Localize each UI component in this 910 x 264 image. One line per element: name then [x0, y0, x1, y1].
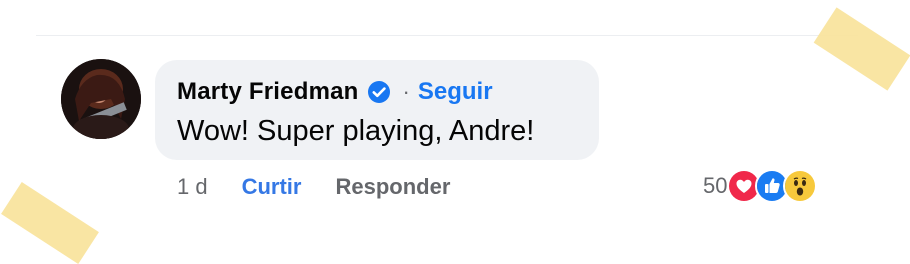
decorative-tape-top-right — [813, 7, 910, 91]
comment-header: Marty Friedman · Seguir — [177, 77, 493, 107]
follow-button[interactable]: Seguir — [418, 78, 493, 106]
verified-badge-icon — [367, 80, 391, 104]
author-name[interactable]: Marty Friedman — [177, 78, 359, 106]
reactions-summary[interactable]: 50 — [703, 168, 818, 204]
comment-bubble: Marty Friedman · Seguir Wow! Super playi… — [155, 60, 599, 160]
avatar-photo — [61, 59, 141, 139]
reply-button[interactable]: Responder — [335, 174, 450, 200]
reaction-count: 50 — [703, 173, 728, 198]
decorative-tape-bottom-left — [1, 182, 99, 264]
avatar[interactable] — [61, 59, 141, 139]
wow-reaction-icon — [783, 169, 818, 203]
comment-actions: 1 d Curtir Responder — [177, 172, 450, 202]
top-divider — [36, 35, 858, 36]
separator-dot: · — [402, 79, 410, 104]
timestamp[interactable]: 1 d — [177, 174, 208, 200]
like-button[interactable]: Curtir — [242, 174, 302, 200]
comment-text: Wow! Super playing, Andre! — [177, 115, 535, 147]
